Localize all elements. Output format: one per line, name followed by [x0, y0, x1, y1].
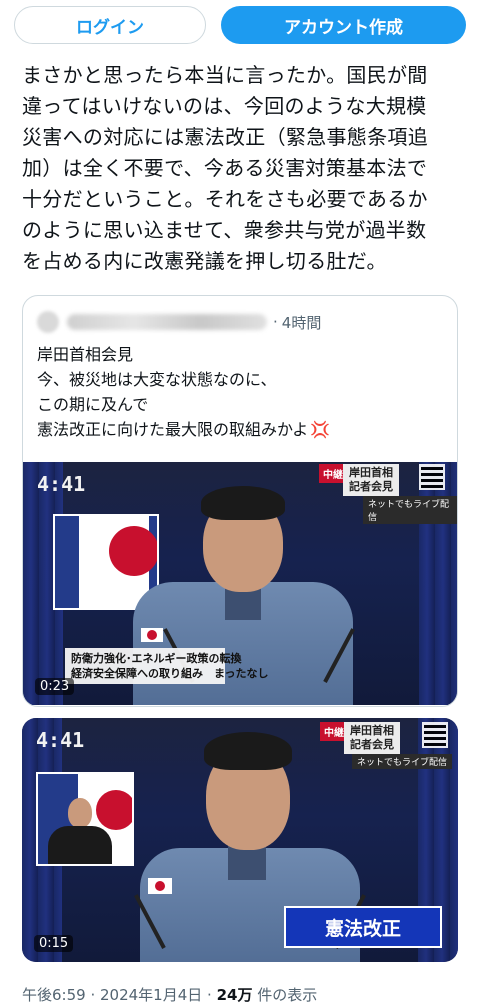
separator: · [273, 313, 278, 331]
tweet-meta: 午後6:59 · 2024年1月4日 · 24万 件の表示 [22, 984, 317, 1005]
tweet-text: まさかと思ったら本当に言ったか。国民が間 違ってはいけないのは、今回のような大規… [22, 63, 428, 273]
login-button[interactable]: ログイン [14, 6, 206, 44]
news-lower-third: 防衛力強化･エネルギー政策の転換 経済安全保障への取り組み まったなし [65, 648, 269, 684]
qr-code-icon [419, 464, 445, 490]
small-flag-icon [141, 628, 163, 642]
blurred-username[interactable] [67, 314, 267, 330]
quoted-tweet-time[interactable]: 4時間 [282, 312, 322, 333]
broadcast-caption-sub: ネットでもライブ配信 [352, 754, 453, 769]
tweet-time[interactable]: 午後6:59 [22, 986, 86, 1004]
quoted-tweet-text: 岸田首相会見 今、被災地は大変な状態なのに、 この期に及んで 憲法改正に向けた最… [37, 342, 447, 442]
inset-interpreter [36, 772, 134, 866]
quoted-video[interactable]: 4:41 中継 岸田首相 記者会見 ネットでもライブ配信 防衛力強化･エネルギー… [23, 462, 457, 705]
broadcast-caption: 岸田首相 記者会見 [344, 722, 400, 754]
quoted-tweet-body: 岸田首相会見 今、被災地は大変な状態なのに、 この期に及んで 憲法改正に向けた最… [37, 345, 309, 439]
top-bar: ログイン アカウント作成 [0, 0, 480, 54]
view-label: 件の表示 [252, 986, 318, 1004]
anger-symbol-icon: 💢 [310, 420, 331, 439]
small-flag-icon [148, 878, 172, 894]
separator: · [85, 986, 100, 1004]
japan-flag-icon [79, 516, 157, 608]
attached-video[interactable]: 4:41 中継 岸田首相 記者会見 ネットでもライブ配信 憲法改正 0:15 [22, 718, 458, 962]
separator: · [202, 986, 217, 1004]
broadcast-caption-sub: ネットでもライブ配信 [363, 496, 457, 524]
video-duration: 0:23 [35, 678, 75, 695]
broadcast-clock: 4:41 [36, 728, 85, 752]
video-duration: 0:15 [34, 935, 74, 952]
view-count: 24万 [216, 986, 253, 1004]
signup-button[interactable]: アカウント作成 [221, 6, 466, 44]
quoted-tweet-header: · 4時間 [37, 310, 437, 334]
video-frame[interactable]: 4:41 中継 岸田首相 記者会見 ネットでもライブ配信 憲法改正 0:15 [22, 718, 458, 962]
broadcast-clock: 4:41 [37, 472, 86, 496]
constitution-revision-label: 憲法改正 [284, 906, 442, 948]
avatar[interactable] [37, 311, 59, 333]
tweet-date[interactable]: 2024年1月4日 [100, 986, 202, 1004]
broadcast-caption: 岸田首相 記者会見 [343, 464, 399, 496]
quoted-tweet[interactable]: · 4時間 岸田首相会見 今、被災地は大変な状態なのに、 この期に及んで 憲法改… [22, 295, 458, 707]
qr-code-icon [422, 722, 448, 748]
